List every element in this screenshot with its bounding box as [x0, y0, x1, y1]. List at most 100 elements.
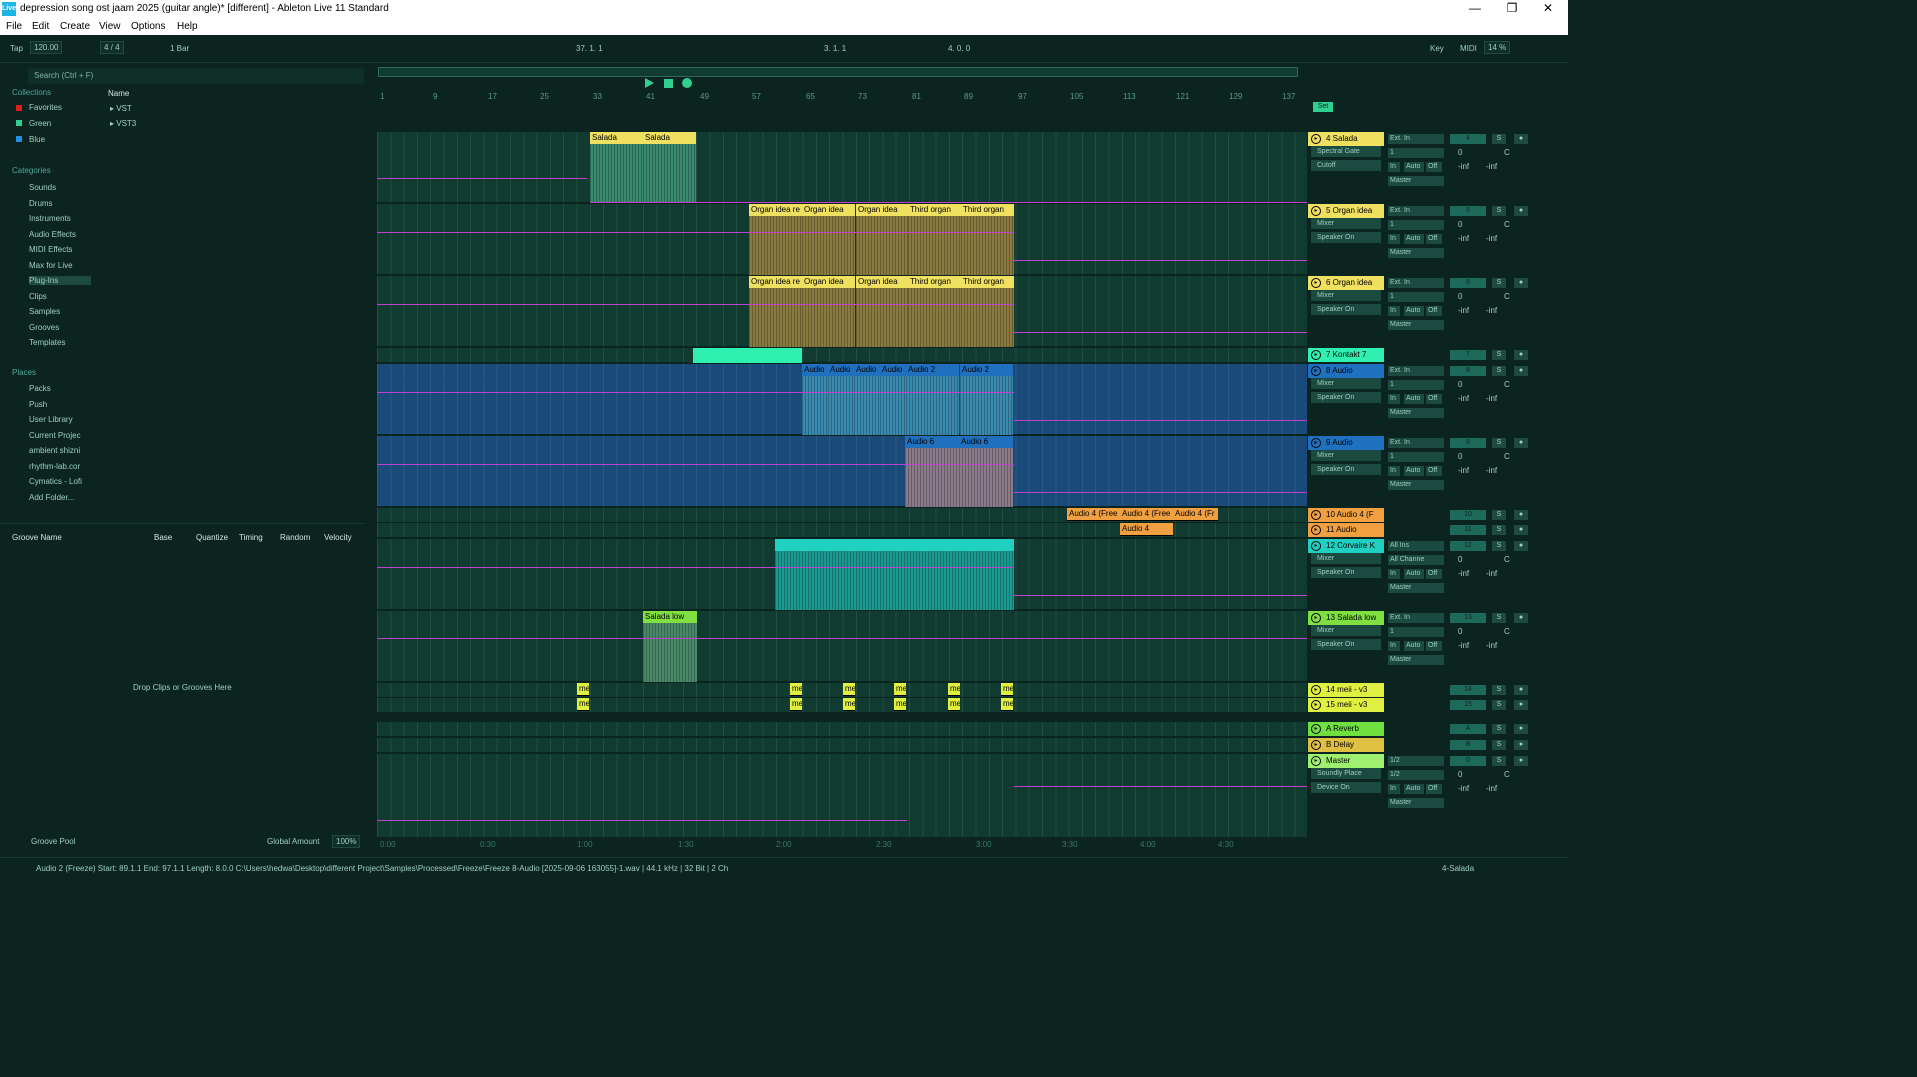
solo-button[interactable]: S: [1492, 613, 1506, 623]
clip[interactable]: Audio 6: [905, 436, 959, 507]
pan-value[interactable]: C: [1504, 627, 1510, 636]
arrangement-position[interactable]: 37. 1. 1: [576, 44, 603, 53]
track-name[interactable]: ▸ 10 Audio 4 (F: [1308, 508, 1384, 522]
category-midi-effects[interactable]: MIDI Effects: [29, 245, 72, 254]
time-ruler[interactable]: 0:00 0:30 1:00 1:30 2:00 2:30 3:00 3:30 4:00 4:30: [378, 840, 1306, 850]
arm-button[interactable]: ●: [1514, 541, 1528, 551]
midi-clip[interactable]: [693, 348, 802, 363]
input-type[interactable]: Ext. In: [1388, 438, 1444, 448]
track-activator[interactable]: 12: [1450, 541, 1486, 551]
clip[interactable]: Organ idea: [802, 276, 855, 347]
fold-icon[interactable]: ▸: [1311, 724, 1321, 734]
browser-item-vst[interactable]: ▸ VST: [110, 104, 132, 113]
clip[interactable]: Third organ: [908, 276, 961, 347]
clip[interactable]: Audio: [854, 364, 880, 435]
pan-value[interactable]: C: [1504, 220, 1510, 229]
menu-create[interactable]: Create: [60, 21, 90, 32]
close-button[interactable]: ✕: [1528, 1, 1568, 15]
device-chooser[interactable]: Mixer: [1311, 553, 1381, 564]
device-param[interactable]: Speaker On: [1311, 304, 1381, 315]
clip[interactable]: me: [948, 698, 960, 711]
clip[interactable]: Audio 4: [1120, 523, 1173, 536]
volume-value[interactable]: 0: [1458, 627, 1462, 636]
solo-button[interactable]: S: [1492, 350, 1506, 360]
arm-button[interactable]: ●: [1514, 206, 1528, 216]
input-type[interactable]: Ext. In: [1388, 134, 1444, 144]
solo-button[interactable]: S: [1492, 685, 1506, 695]
clip[interactable]: [775, 539, 1014, 610]
automation-line[interactable]: [377, 567, 775, 568]
monitor-in[interactable]: In: [1388, 569, 1400, 579]
groove-col-name[interactable]: Groove Name: [12, 533, 62, 542]
input-type[interactable]: Ext. In: [1388, 278, 1444, 288]
track-name[interactable]: ▸ 8 Audio: [1308, 364, 1384, 378]
automation-line[interactable]: [905, 464, 1014, 465]
menu-options[interactable]: Options: [131, 21, 165, 32]
arm-button[interactable]: ●: [1514, 134, 1528, 144]
place-item[interactable]: rhythm-lab.cor: [29, 462, 80, 471]
output-type[interactable]: Master: [1388, 480, 1444, 490]
fold-icon[interactable]: ▸: [1311, 525, 1321, 535]
place-item[interactable]: ambient shizni: [29, 446, 80, 455]
automation-line[interactable]: [1014, 595, 1307, 596]
automation-line[interactable]: [775, 567, 1014, 568]
clip[interactable]: Audio 4 (Free: [1120, 508, 1173, 521]
clip[interactable]: me: [948, 683, 960, 696]
automation-line[interactable]: [377, 178, 587, 179]
volume-value[interactable]: 0: [1458, 292, 1462, 301]
input-channel[interactable]: 1/2: [1388, 770, 1444, 780]
monitor-off[interactable]: Off: [1426, 784, 1442, 794]
track-name[interactable]: ▸ 4 Salada: [1308, 132, 1384, 146]
automation-line[interactable]: [590, 202, 1307, 203]
input-channel[interactable]: 1: [1388, 452, 1444, 462]
overview-bar[interactable]: [378, 67, 1298, 77]
automation-line[interactable]: [377, 232, 749, 233]
fold-icon[interactable]: ▸: [1311, 740, 1321, 750]
arm-button[interactable]: ●: [1514, 278, 1528, 288]
clip[interactable]: Organ idea: [856, 204, 909, 275]
pan-value[interactable]: C: [1504, 292, 1510, 301]
fold-icon[interactable]: ▸: [1311, 685, 1321, 695]
arm-button[interactable]: ●: [1514, 740, 1528, 750]
input-channel[interactable]: 1: [1388, 148, 1444, 158]
clip[interactable]: Audio: [802, 364, 828, 435]
fold-icon[interactable]: ▸: [1311, 278, 1321, 288]
monitor-auto[interactable]: Auto: [1404, 394, 1424, 404]
arm-button[interactable]: ●: [1514, 700, 1528, 710]
arm-button[interactable]: ●: [1514, 724, 1528, 734]
midi-map-button[interactable]: MIDI: [1460, 44, 1477, 53]
track-lane[interactable]: [377, 348, 1307, 363]
place-item[interactable]: Push: [29, 400, 47, 409]
device-param[interactable]: Speaker On: [1311, 464, 1381, 475]
collection-favorites[interactable]: Favorites: [29, 103, 62, 112]
track-name[interactable]: ▸ 5 Organ idea: [1308, 204, 1384, 218]
set-locator-button[interactable]: Set: [1313, 102, 1333, 112]
track-lane[interactable]: [377, 683, 1307, 698]
track-activator[interactable]: 9: [1450, 438, 1486, 448]
clip[interactable]: Salada: [590, 132, 643, 203]
volume-value[interactable]: 0: [1458, 380, 1462, 389]
output-type[interactable]: Master: [1388, 248, 1444, 258]
monitor-auto[interactable]: Auto: [1404, 466, 1424, 476]
automation-line[interactable]: [1014, 492, 1307, 493]
bar-ruler[interactable]: 1 9 17 25 33 41 49 57 65 73 81 89 97 105 113 121 129 137: [378, 92, 1306, 102]
monitor-off[interactable]: Off: [1426, 394, 1442, 404]
solo-button[interactable]: S: [1492, 700, 1506, 710]
monitor-off[interactable]: Off: [1426, 306, 1442, 316]
input-type[interactable]: 1/2: [1388, 756, 1444, 766]
track-activator[interactable]: 10: [1450, 510, 1486, 520]
volume-value[interactable]: 0: [1458, 452, 1462, 461]
tap-button[interactable]: Tap: [10, 44, 23, 53]
track-name[interactable]: ▸ 11 Audio: [1308, 523, 1384, 537]
quantize-menu[interactable]: 1 Bar: [170, 44, 189, 53]
track-name[interactable]: ▸ 9 Audio: [1308, 436, 1384, 450]
monitor-in[interactable]: In: [1388, 784, 1400, 794]
solo-button[interactable]: S: [1492, 438, 1506, 448]
track-lane[interactable]: [377, 754, 1307, 838]
monitor-in[interactable]: In: [1388, 394, 1400, 404]
clip[interactable]: me: [894, 683, 906, 696]
monitor-in[interactable]: In: [1388, 162, 1400, 172]
track-lane[interactable]: [377, 698, 1307, 713]
output-type[interactable]: Master: [1388, 320, 1444, 330]
device-chooser[interactable]: Mixer: [1311, 378, 1381, 389]
